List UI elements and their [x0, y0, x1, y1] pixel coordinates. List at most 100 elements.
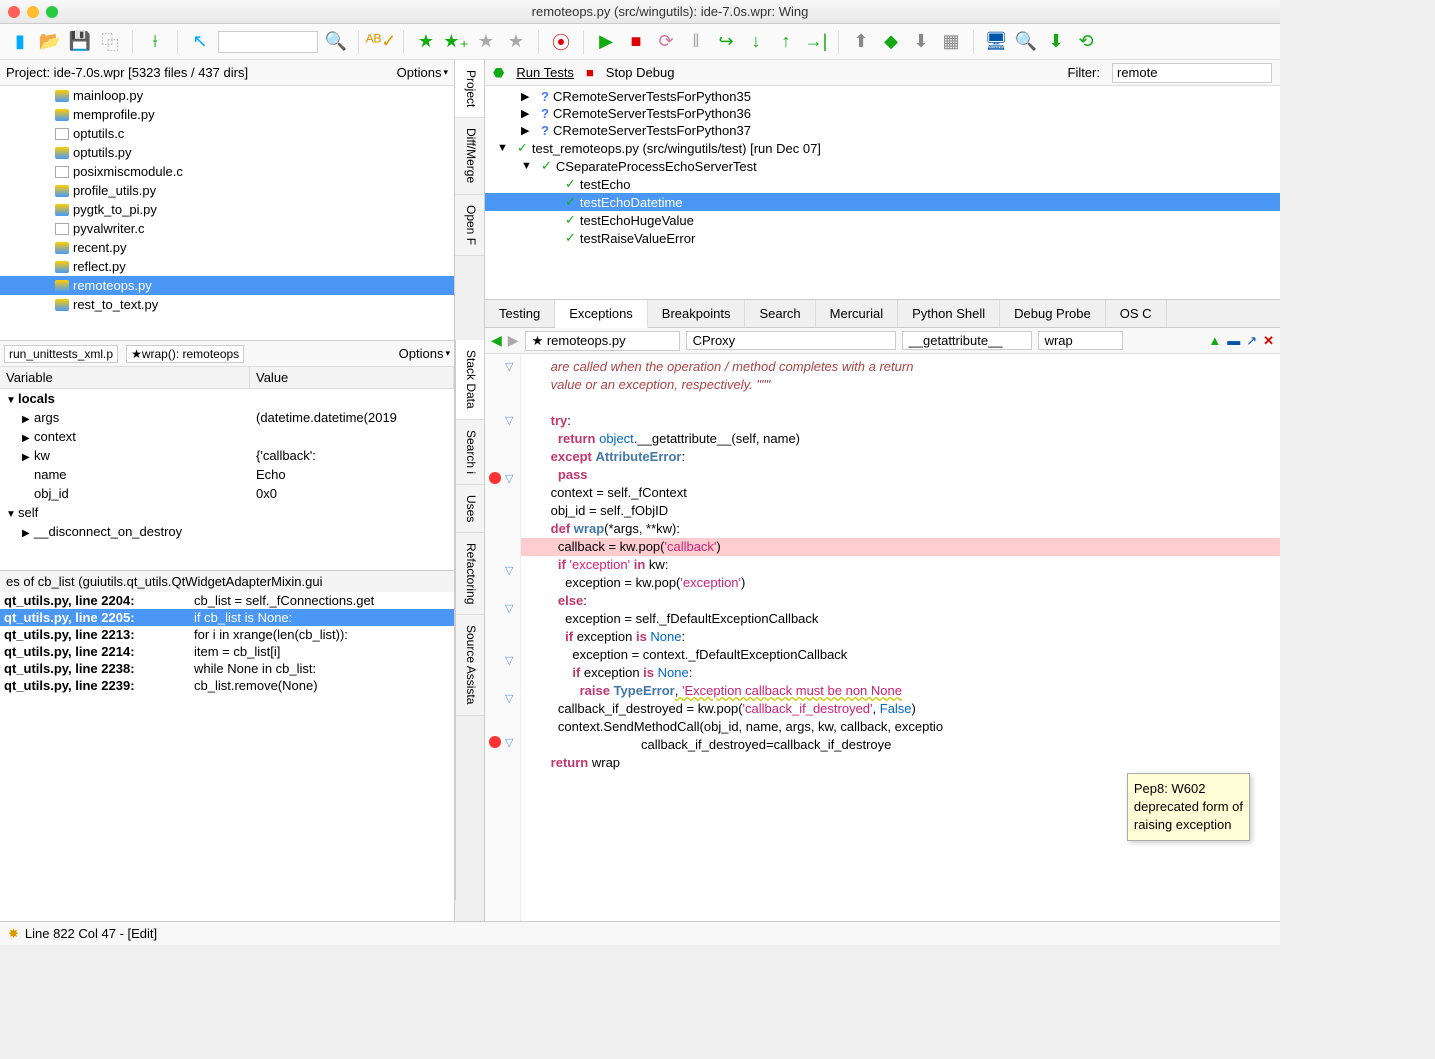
breakpoint-icon[interactable]	[489, 736, 501, 748]
step-out-icon[interactable]: ↑	[774, 30, 798, 54]
project-file[interactable]: optutils.c	[0, 124, 454, 143]
nav-fwd-icon[interactable]: ▶	[508, 332, 519, 349]
download-icon[interactable]: ⬇	[1044, 30, 1068, 54]
save-icon[interactable]: 💾	[68, 30, 92, 54]
frame-sel-icon[interactable]: ◆	[879, 30, 903, 54]
panel-tab[interactable]: Debug Probe	[1000, 300, 1106, 327]
uses-row[interactable]: qt_utils.py, line 2204:cb_list = self._f…	[0, 592, 454, 609]
side-tab[interactable]: Search i	[456, 420, 484, 485]
stack-row[interactable]: ▶kw{'callback':	[0, 446, 454, 465]
find-icon[interactable]: 🔍	[1014, 30, 1038, 54]
zoom-icon[interactable]	[46, 6, 58, 18]
project-file[interactable]: profile_utils.py	[0, 181, 454, 200]
project-file[interactable]: posixmiscmodule.c	[0, 162, 454, 181]
pause-icon[interactable]: ‖	[684, 30, 708, 54]
minimize-icon[interactable]	[27, 6, 39, 18]
record-icon[interactable]: ⦿	[549, 30, 573, 54]
open-icon[interactable]: 📂	[38, 30, 62, 54]
side-tab[interactable]: Stack Data	[456, 340, 484, 420]
frames-icon[interactable]: ▦	[939, 30, 963, 54]
uses-row[interactable]: qt_utils.py, line 2238:while None in cb_…	[0, 660, 454, 677]
goto-input[interactable]	[218, 31, 318, 53]
breakpoint-icon[interactable]	[489, 472, 501, 484]
test-node[interactable]: ✓testEchoHugeValue	[485, 211, 1280, 229]
side-tab[interactable]: Diff/Merge	[455, 118, 484, 194]
side-tab[interactable]: Project	[455, 60, 484, 118]
panel-tab[interactable]: Python Shell	[898, 300, 1000, 327]
expand-editor-icon[interactable]: ↗	[1246, 333, 1257, 349]
stack-options[interactable]: Options	[399, 346, 450, 361]
step-over-icon[interactable]: ↪	[714, 30, 738, 54]
stack-table[interactable]: ▼locals▶args(datetime.datetime(2019▶cont…	[0, 389, 454, 570]
step-into-icon[interactable]: ↓	[744, 30, 768, 54]
project-file[interactable]: pygtk_to_pi.py	[0, 200, 454, 219]
code-editor[interactable]: are called when the operation / method c…	[521, 354, 1280, 921]
goto-icon[interactable]: ↖	[188, 30, 212, 54]
filter-input[interactable]	[1112, 63, 1272, 83]
stack-row[interactable]: ▼locals	[0, 389, 454, 408]
panel-tab[interactable]: Breakpoints	[648, 300, 746, 327]
test-node[interactable]: ▶?CRemoteServerTestsForPython36	[485, 105, 1280, 122]
project-file[interactable]: optutils.py	[0, 143, 454, 162]
side-tab[interactable]: Uses	[456, 485, 484, 533]
uses-row[interactable]: qt_utils.py, line 2213:for i in xrange(l…	[0, 626, 454, 643]
close-editor-icon[interactable]: ✕	[1263, 333, 1274, 349]
sync-icon[interactable]: ⟲	[1074, 30, 1098, 54]
crumb-file[interactable]: ★ remoteops.py	[525, 331, 680, 351]
stack-process-combo[interactable]: run_unittests_xml.p	[4, 345, 118, 363]
monitor-icon[interactable]: 🖥	[984, 30, 1008, 54]
bookmark-icon[interactable]: ★	[414, 30, 438, 54]
frame-up-icon[interactable]: ⬆	[849, 30, 873, 54]
stack-row[interactable]: nameEcho	[0, 465, 454, 484]
minimize-editor-icon[interactable]: ▬	[1227, 333, 1240, 348]
stack-row[interactable]: obj_id0x0	[0, 484, 454, 503]
uses-list[interactable]: qt_utils.py, line 2204:cb_list = self._f…	[0, 592, 454, 921]
warning-icon[interactable]: ▲	[1208, 333, 1221, 348]
col-value[interactable]: Value	[250, 367, 454, 388]
panel-tab[interactable]: Search	[745, 300, 815, 327]
panel-tab[interactable]: Testing	[485, 300, 555, 327]
search-icon[interactable]: 🔍	[324, 30, 348, 54]
project-file[interactable]: mainloop.py	[0, 86, 454, 105]
project-file[interactable]: reflect.py	[0, 257, 454, 276]
panel-tab[interactable]: OS C	[1106, 300, 1167, 327]
stop-icon[interactable]: ■	[624, 30, 648, 54]
uses-row[interactable]: qt_utils.py, line 2205:if cb_list is Non…	[0, 609, 454, 626]
panel-tab[interactable]: Exceptions	[555, 300, 648, 328]
project-file[interactable]: memprofile.py	[0, 105, 454, 124]
col-variable[interactable]: Variable	[0, 367, 250, 388]
test-node[interactable]: ✓testRaiseValueError	[485, 229, 1280, 247]
test-node[interactable]: ✓testEchoDatetime	[485, 193, 1280, 211]
test-node[interactable]: ▼✓CSeparateProcessEchoServerTest	[485, 157, 1280, 175]
editor-gutter[interactable]: ▽ ▽ ▽ ▽ ▽ ▽ ▽ ▽	[485, 354, 521, 921]
restart-icon[interactable]: ⟳	[654, 30, 678, 54]
run-icon[interactable]: ▶	[594, 30, 618, 54]
stack-row[interactable]: ▶context	[0, 427, 454, 446]
stack-frame-combo[interactable]: ★wrap(): remoteops	[126, 345, 244, 363]
stack-row[interactable]: ▶__disconnect_on_destroy	[0, 522, 454, 541]
bookmark-add-icon[interactable]: ★₊	[444, 30, 468, 54]
test-tree[interactable]: ▶?CRemoteServerTestsForPython35▶?CRemote…	[485, 86, 1280, 299]
test-node[interactable]: ▼✓test_remoteops.py (src/wingutils/test)…	[485, 139, 1280, 157]
check-icon[interactable]: ᴬᴮ✓	[369, 30, 393, 54]
save-all-icon[interactable]: ⿻	[98, 30, 122, 54]
panel-tab[interactable]: Mercurial	[816, 300, 898, 327]
run-tests-button[interactable]: Run Tests	[516, 65, 574, 80]
side-tab[interactable]: Source Assista	[456, 615, 484, 715]
project-file-list[interactable]: mainloop.pymemprofile.pyoptutils.coptuti…	[0, 86, 454, 340]
stack-row[interactable]: ▼self	[0, 503, 454, 522]
test-node[interactable]: ▶?CRemoteServerTestsForPython37	[485, 122, 1280, 139]
new-file-icon[interactable]: ▮	[8, 30, 32, 54]
run-to-icon[interactable]: →|	[804, 30, 828, 54]
side-tab[interactable]: Open F	[455, 195, 484, 256]
bookmark-prev-icon[interactable]: ★	[474, 30, 498, 54]
bookmark-next-icon[interactable]: ★	[504, 30, 528, 54]
crumb-func[interactable]: wrap	[1038, 331, 1123, 350]
indent-icon[interactable]: ⟊	[143, 30, 167, 54]
crumb-class[interactable]: CProxy	[686, 331, 896, 350]
close-icon[interactable]	[8, 6, 20, 18]
uses-row[interactable]: qt_utils.py, line 2239: cb_list.remove(N…	[0, 677, 454, 694]
side-tab[interactable]: Refactoring	[456, 533, 484, 615]
test-node[interactable]: ▶?CRemoteServerTestsForPython35	[485, 88, 1280, 105]
crumb-method[interactable]: __getattribute__	[902, 331, 1032, 350]
